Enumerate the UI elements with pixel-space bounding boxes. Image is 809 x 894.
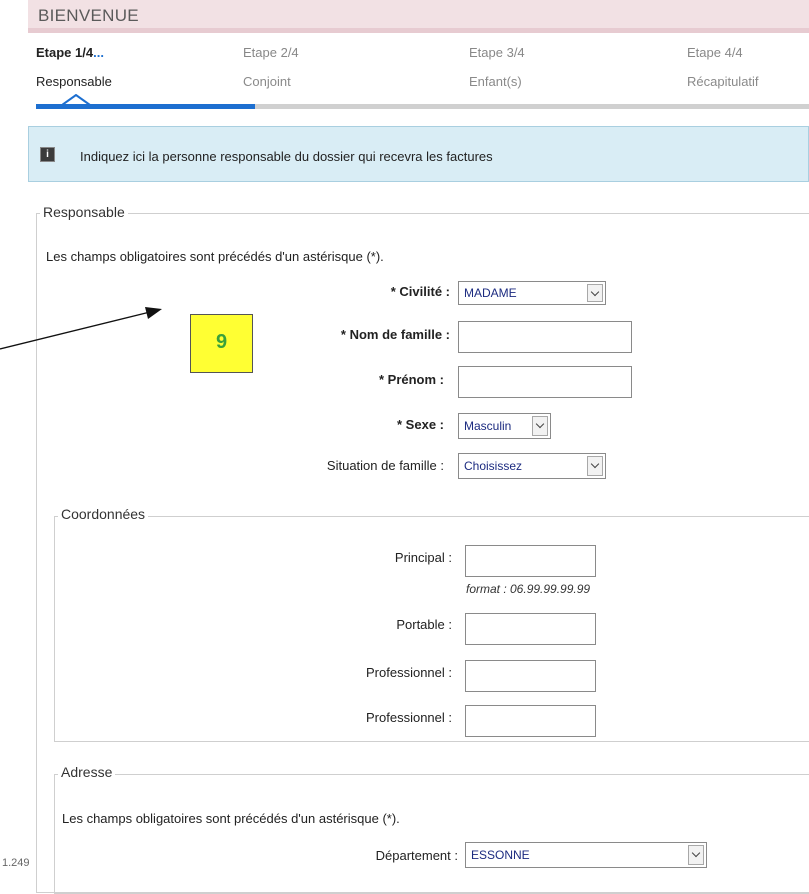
prenom-label: * Prénom : [378,372,444,387]
page-title: BIENVENUE [38,6,139,25]
portable-label: Portable : [396,617,452,632]
professionnel-2-label: Professionnel : [366,710,452,725]
civilite-label: * Civilité : [390,284,450,299]
professionnel-1-input[interactable] [465,660,596,692]
principal-input[interactable] [465,545,596,577]
page-header: BIENVENUE [28,0,809,33]
required-fields-note: Les champs obligatoires sont précédés d'… [46,249,384,264]
step-4-title: Etape 4/4 [687,45,743,60]
chevron-down-icon[interactable] [688,845,704,865]
departement-value: ESSONNE [471,848,530,862]
info-icon: i [40,147,55,162]
annotation-arrow-icon [0,307,162,350]
step-1-number: Etape 1/4 [36,45,94,60]
step-1-subtitle: Responsable [36,74,112,89]
prenom-input[interactable] [458,366,632,398]
info-text: Indiquez ici la personne responsable du … [80,149,493,164]
step-2-title: Etape 2/4 [243,45,299,60]
civilite-value: MADAME [464,286,517,300]
situation-value: Choisissez [464,459,523,473]
sexe-value: Masculin [464,419,512,433]
version-label: 1.249 [2,857,30,869]
professionnel-2-input[interactable] [465,705,596,737]
step-3-title: Etape 3/4 [469,45,525,60]
sexe-label: * Sexe : [397,417,444,432]
situation-select[interactable]: Choisissez [458,453,606,479]
progress-pointer-icon [62,94,91,106]
nom-input[interactable] [458,321,632,353]
adresse-fieldset [54,774,809,894]
chevron-down-icon[interactable] [587,456,603,476]
situation-label: Situation de famille : [326,458,444,473]
chevron-down-icon[interactable] [532,416,548,436]
adresse-required-note: Les champs obligatoires sont précédés d'… [62,811,400,826]
annotation-callout: 9 [190,314,253,373]
departement-select[interactable]: ESSONNE [465,842,707,868]
responsable-legend: Responsable [40,204,128,220]
step-1-title: Etape 1/4... [36,45,104,60]
step-4-subtitle: Récapitulatif [687,74,759,89]
chevron-down-icon[interactable] [587,284,603,302]
nom-label: * Nom de famille : [340,327,450,342]
step-1-dots: ... [93,45,104,60]
portable-input[interactable] [465,613,596,645]
departement-label: Département : [375,848,458,863]
sexe-select[interactable]: Masculin [458,413,551,439]
principal-label: Principal : [394,550,452,565]
step-2-subtitle: Conjoint [243,74,291,89]
adresse-legend: Adresse [58,764,116,780]
phone-format-hint: format : 06.99.99.99.99 [466,582,591,596]
civilite-select[interactable]: MADAME [458,281,606,305]
professionnel-1-label: Professionnel : [366,665,452,680]
step-3-subtitle: Enfant(s) [469,74,522,89]
coordonnees-legend: Coordonnées [58,506,149,522]
